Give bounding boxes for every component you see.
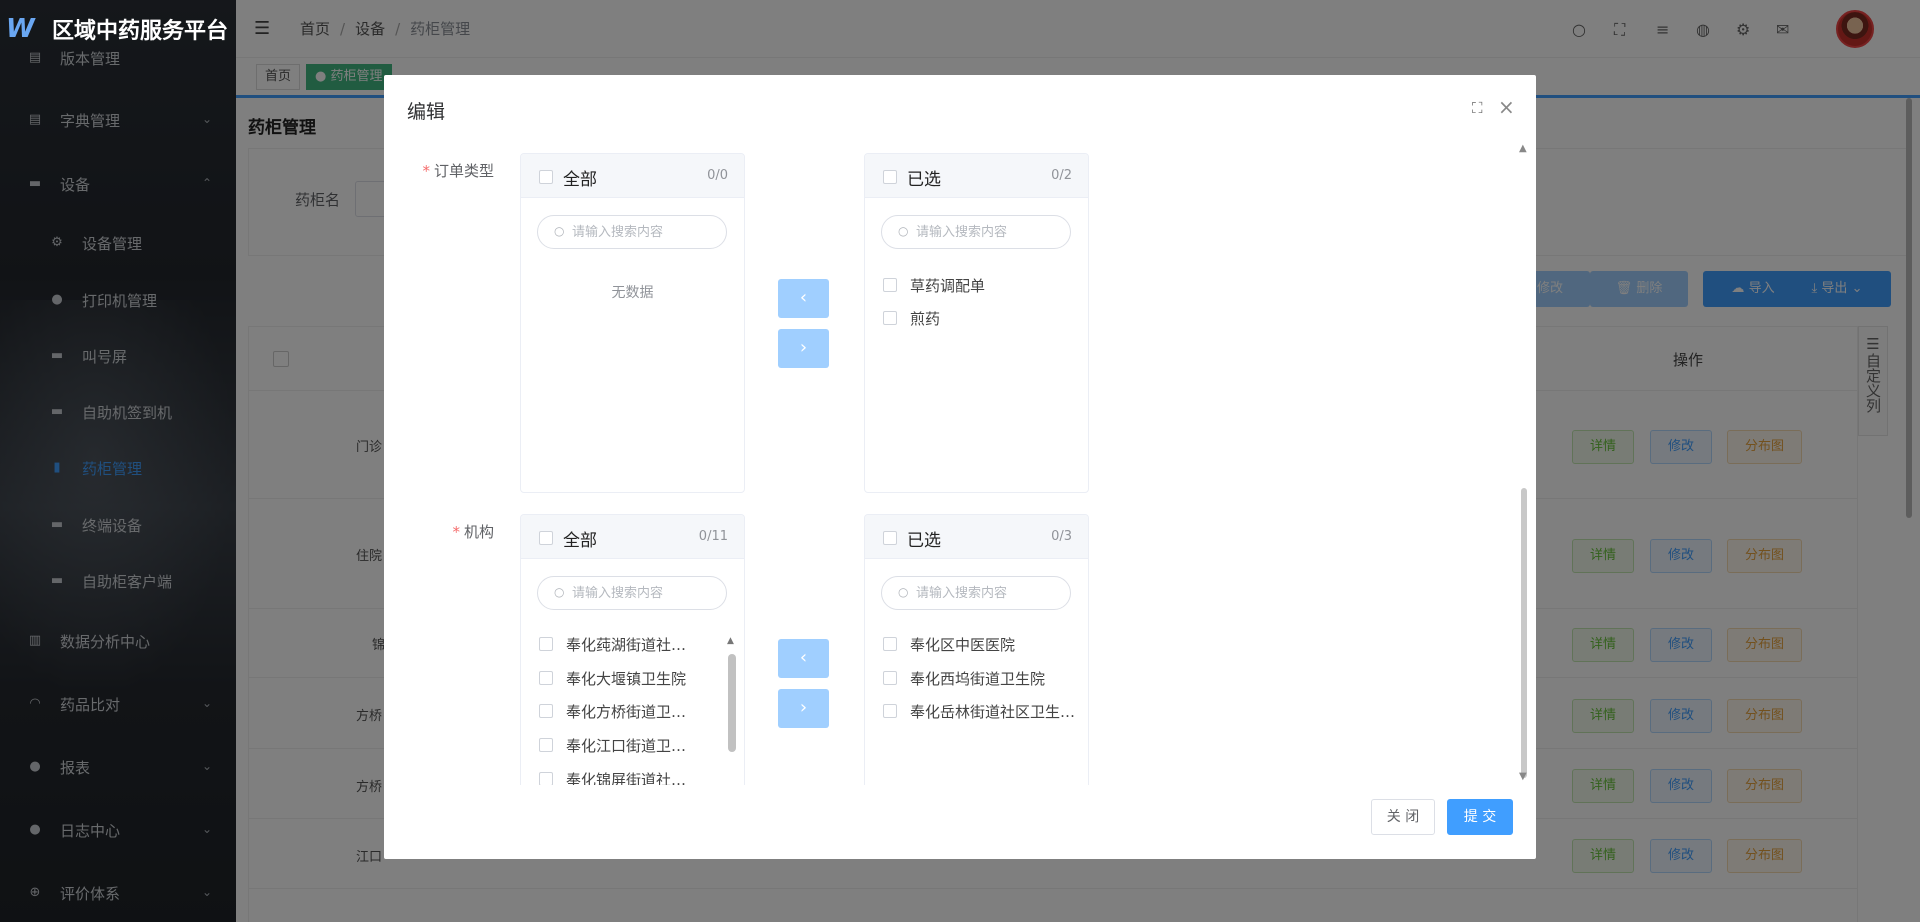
item-checkbox[interactable] xyxy=(883,311,897,325)
list-item[interactable]: 奉化莼湖街道社区卫生服务中心 xyxy=(539,633,694,655)
list-item[interactable]: 奉化区中医医院 xyxy=(883,633,1015,655)
panel-header: 全部 0/0 xyxy=(521,154,744,198)
search-icon: ○ xyxy=(554,224,565,238)
close-button[interactable]: 关 闭 xyxy=(1371,799,1435,835)
logo-icon: W xyxy=(6,14,35,44)
panel-header: 已选 0/3 xyxy=(865,515,1088,559)
search-icon: ○ xyxy=(898,224,909,238)
panel-title: 已选 xyxy=(907,531,941,551)
transfer-to-left-button[interactable]: ‹ xyxy=(778,639,829,678)
empty-text: 无数据 xyxy=(611,285,654,301)
dialog-scrollbar-thumb[interactable] xyxy=(1521,488,1527,778)
app-logo: W 区域中药服务平台 xyxy=(0,0,236,58)
panel-title: 已选 xyxy=(907,170,941,190)
scroll-down-icon[interactable]: ▼ xyxy=(1519,771,1527,782)
institution-target-panel: 已选 0/3 ○ 奉化区中医医院 奉化西坞街道卫生院 奉化岳林街道社区卫生服务中… xyxy=(864,514,1089,785)
list-item[interactable]: 草药调配单 xyxy=(883,274,985,296)
panel-header: 全部 0/11 xyxy=(521,515,744,559)
fullscreen-icon[interactable]: ⛶ xyxy=(1472,99,1483,117)
item-checkbox[interactable] xyxy=(539,738,553,752)
item-checkbox[interactable] xyxy=(883,278,897,292)
submit-button[interactable]: 提 交 xyxy=(1447,799,1513,835)
institution-source-panel: 全部 0/11 ○ 奉化莼湖街道社区卫生服务中心 奉化大堰镇卫生院 奉化方桥街道… xyxy=(520,514,745,785)
order-type-label: * 订单类型 xyxy=(422,162,494,180)
search-icon: ○ xyxy=(898,585,909,599)
transfer-to-right-button[interactable]: › xyxy=(778,329,829,368)
panel-count: 0/0 xyxy=(707,168,728,183)
select-all-checkbox[interactable] xyxy=(883,531,897,545)
search-input[interactable] xyxy=(572,222,717,242)
transfer-to-left-button[interactable]: ‹ xyxy=(778,279,829,318)
item-checkbox[interactable] xyxy=(539,704,553,718)
panel-count: 0/3 xyxy=(1051,529,1072,544)
search-input[interactable] xyxy=(572,583,717,603)
dialog-body-bottom xyxy=(384,785,1514,786)
search-input[interactable] xyxy=(916,222,1061,242)
panel-count: 0/2 xyxy=(1051,168,1072,183)
item-checkbox[interactable] xyxy=(539,671,553,685)
dialog-scrollbar[interactable]: ▲ ▼ xyxy=(1519,143,1529,783)
item-checkbox[interactable] xyxy=(883,704,897,718)
item-checkbox[interactable] xyxy=(883,671,897,685)
select-all-checkbox[interactable] xyxy=(539,531,553,545)
panel-count: 0/11 xyxy=(698,529,728,544)
item-checkbox[interactable] xyxy=(539,772,553,785)
transfer-to-right-button[interactable]: › xyxy=(778,689,829,728)
scroll-up-icon[interactable]: ▲ xyxy=(1519,143,1527,154)
search-icon: ○ xyxy=(554,585,565,599)
search-input[interactable] xyxy=(916,583,1061,603)
item-checkbox[interactable] xyxy=(883,637,897,651)
panel-search: ○ xyxy=(537,576,727,610)
order-type-target-panel: 已选 0/2 ○ 草药调配单 煎药 xyxy=(864,153,1089,493)
list-item[interactable]: 奉化大堰镇卫生院 xyxy=(539,667,686,689)
institution-label: * 机构 xyxy=(452,523,494,541)
list-item[interactable]: 奉化方桥街道卫生院 xyxy=(539,700,694,722)
scroll-up-icon[interactable]: ▲ xyxy=(727,636,734,646)
close-icon[interactable]: × xyxy=(1498,95,1515,119)
panel-header: 已选 0/2 xyxy=(865,154,1088,198)
dialog-title: 编辑 xyxy=(407,101,446,123)
order-type-source-panel: 全部 0/0 ○ 无数据 xyxy=(520,153,745,493)
list-item[interactable]: 奉化岳林街道社区卫生服务中心 xyxy=(883,700,1085,722)
list-scrollbar-thumb[interactable] xyxy=(728,654,736,752)
list-item[interactable]: 奉化西坞街道卫生院 xyxy=(883,667,1045,689)
panel-title: 全部 xyxy=(563,531,597,551)
edit-dialog: 编辑 ⛶ × ▲ ▼ *订单类型 全部 0/0 ○ 无数据 ‹ › 已选 0/2… xyxy=(384,75,1536,859)
panel-search: ○ xyxy=(881,215,1071,249)
select-all-checkbox[interactable] xyxy=(539,170,553,184)
panel-title: 全部 xyxy=(563,170,597,190)
select-all-checkbox[interactable] xyxy=(883,170,897,184)
app-title: 区域中药服务平台 xyxy=(52,19,229,44)
list-item[interactable]: 煎药 xyxy=(883,307,940,329)
list-item[interactable]: 奉化锦屏街道社区卫生服务中心 xyxy=(539,768,694,785)
panel-search: ○ xyxy=(881,576,1071,610)
panel-search: ○ xyxy=(537,215,727,249)
item-checkbox[interactable] xyxy=(539,637,553,651)
list-scrollbar[interactable]: ▲ xyxy=(727,636,737,785)
list-item[interactable]: 奉化江口街道卫生院 xyxy=(539,734,694,756)
